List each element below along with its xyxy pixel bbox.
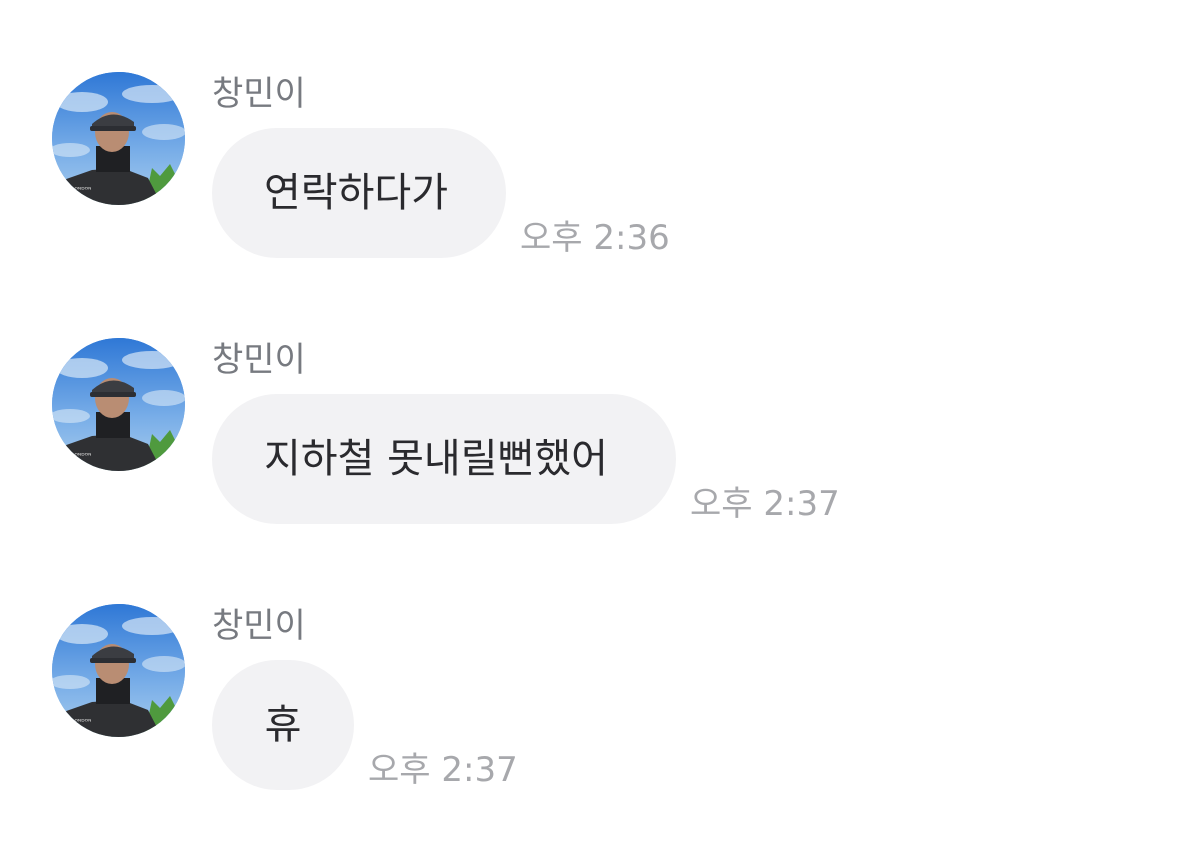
chat-message-list[interactable]: ᴸᴼᴺᴰᴼᴺ 창민이 연락하다가 오후 2:36 ᴸᴼᴺᴰᴼᴺ 창민이 지하철 …: [0, 0, 1200, 860]
sender-avatar[interactable]: ᴸᴼᴺᴰᴼᴺ: [52, 72, 185, 205]
message-timestamp: 오후 2:37: [368, 750, 518, 790]
message-row: ᴸᴼᴺᴰᴼᴺ 창민이 연락하다가 오후 2:36: [52, 72, 1152, 272]
message-row: ᴸᴼᴺᴰᴼᴺ 창민이 휴 오후 2:37: [52, 604, 1152, 804]
svg-text:ᴸᴼᴺᴰᴼᴺ: ᴸᴼᴺᴰᴼᴺ: [72, 186, 91, 194]
message-bubble[interactable]: 연락하다가: [212, 128, 506, 258]
message-timestamp: 오후 2:36: [520, 218, 670, 258]
sender-name: 창민이: [212, 340, 306, 380]
sender-name: 창민이: [212, 606, 306, 646]
message-row: ᴸᴼᴺᴰᴼᴺ 창민이 지하철 못내릴뻔했어 오후 2:37: [52, 338, 1152, 538]
message-text: 지하철 못내릴뻔했어: [264, 436, 608, 482]
svg-text:ᴸᴼᴺᴰᴼᴺ: ᴸᴼᴺᴰᴼᴺ: [72, 452, 91, 460]
message-timestamp: 오후 2:37: [690, 484, 840, 524]
sender-name: 창민이: [212, 74, 306, 114]
message-bubble[interactable]: 지하철 못내릴뻔했어: [212, 394, 676, 524]
sender-avatar[interactable]: ᴸᴼᴺᴰᴼᴺ: [52, 604, 185, 737]
sender-avatar[interactable]: ᴸᴼᴺᴰᴼᴺ: [52, 338, 185, 471]
message-bubble[interactable]: 휴: [212, 660, 354, 790]
profile-photo-icon: ᴸᴼᴺᴰᴼᴺ: [52, 72, 185, 205]
profile-photo-icon: ᴸᴼᴺᴰᴼᴺ: [52, 338, 185, 471]
message-text: 휴: [264, 702, 302, 748]
svg-text:ᴸᴼᴺᴰᴼᴺ: ᴸᴼᴺᴰᴼᴺ: [72, 718, 91, 726]
message-text: 연락하다가: [264, 170, 448, 216]
profile-photo-icon: ᴸᴼᴺᴰᴼᴺ: [52, 604, 185, 737]
